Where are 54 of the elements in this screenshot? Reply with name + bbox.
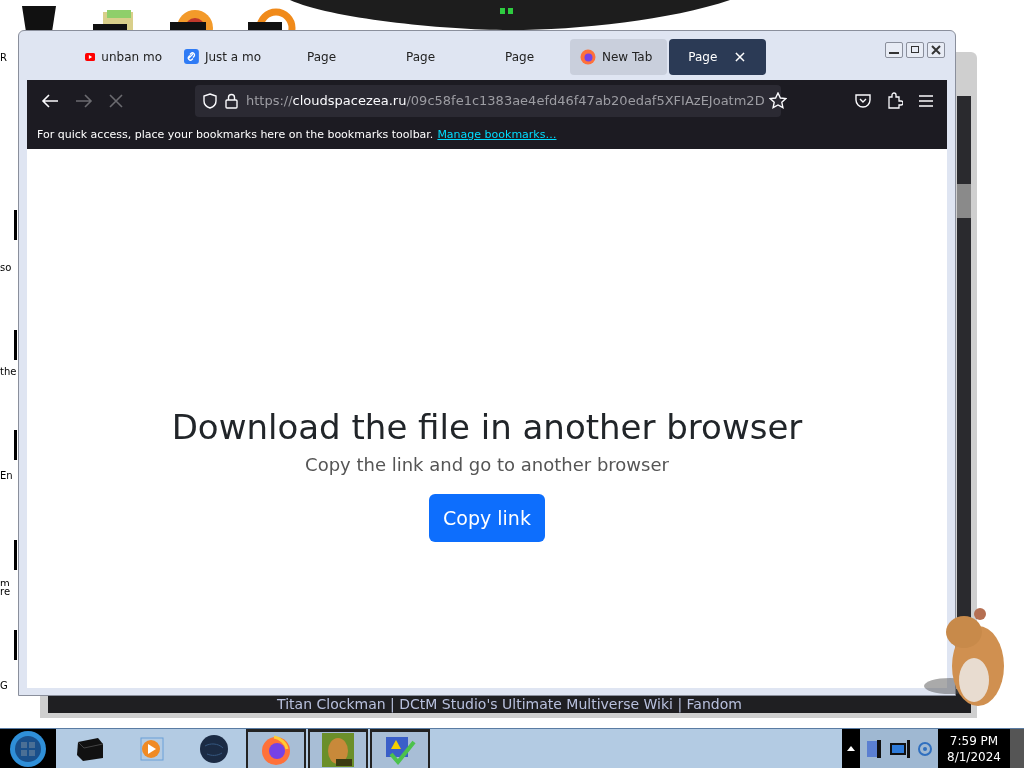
- phone-icon[interactable]: [865, 738, 883, 759]
- tab[interactable]: unban mo: [75, 38, 172, 75]
- tab[interactable]: Page: [471, 38, 568, 75]
- menu-icon[interactable]: [919, 94, 933, 107]
- page-heading: Download the file in another browser: [171, 406, 803, 449]
- start-button[interactable]: [9, 729, 47, 768]
- close-button[interactable]: [927, 41, 945, 58]
- check-icon: [383, 734, 417, 766]
- desktop-icon-label: R: [0, 52, 7, 64]
- tab[interactable]: Page ×: [669, 38, 766, 75]
- hamster-icon: [322, 733, 354, 767]
- desktop-icon-label: En: [0, 470, 13, 482]
- extensions-icon[interactable]: [887, 92, 903, 109]
- desktop-icon-label: so: [0, 262, 12, 274]
- address-bar[interactable]: https://cloudspacezea.ru/09c58fe1c1383ae4efd46f47ab20edaf5XFIAzEJoatm2D: [195, 84, 781, 117]
- desktop-icon-label: the: [0, 366, 17, 378]
- page-title: Titan Clockman | DCtM Studio's Ultimate Multiverse Wiki | Fandom: [277, 696, 742, 713]
- scroll-thumb: [957, 184, 971, 218]
- pocket-icon[interactable]: [855, 93, 871, 108]
- tab[interactable]: Page: [273, 38, 370, 75]
- monitor-icon[interactable]: [889, 738, 911, 759]
- stop-icon[interactable]: [109, 93, 123, 108]
- taskbar-button[interactable]: [370, 729, 430, 768]
- page-subtitle: Copy the link and go to another browser: [305, 453, 669, 477]
- bookmarks-hint: For quick access, place your bookmarks here on the bookmarks toolbar.: [37, 126, 434, 143]
- star-icon[interactable]: [769, 91, 787, 110]
- globe-icon: [199, 733, 229, 764]
- clock-time: 7:59 PM: [949, 732, 999, 749]
- desktop-icon-label: re: [0, 586, 11, 598]
- clock-date: 8/1/2024: [947, 748, 1001, 765]
- tab[interactable]: Just a mo: [174, 38, 271, 75]
- manage-bookmarks-link[interactable]: Manage bookmarks…: [437, 126, 557, 144]
- network-icon[interactable]: [917, 740, 933, 757]
- taskbar-button[interactable]: [308, 729, 368, 768]
- link-icon: [184, 49, 199, 64]
- shield-icon: [203, 92, 217, 109]
- browser-logo-icon: [260, 734, 292, 766]
- tab[interactable]: Page: [372, 38, 469, 75]
- tab[interactable]: New Tab: [570, 38, 667, 75]
- copy-link-button[interactable]: Copy link: [429, 494, 545, 542]
- url-text: https://cloudspacezea.ru/09c58fe1c1383ae4efd46f47ab20edaf5XFIAzEJoatm2D: [246, 91, 765, 110]
- back-icon[interactable]: [41, 92, 59, 109]
- play-icon: [139, 735, 165, 762]
- minimize-button[interactable]: [885, 41, 903, 58]
- lock-icon: [225, 92, 238, 109]
- desktop-icon-label: G: [0, 680, 8, 692]
- tray-arrow-icon[interactable]: [847, 746, 855, 751]
- taskbar-button[interactable]: [246, 729, 306, 768]
- browser-logo-icon: [580, 48, 596, 65]
- video-icon: [85, 50, 96, 63]
- forward-icon[interactable]: [75, 92, 93, 109]
- maximize-button[interactable]: [906, 41, 924, 58]
- printer-icon: [75, 735, 105, 762]
- close-tab-button[interactable]: ×: [733, 44, 747, 69]
